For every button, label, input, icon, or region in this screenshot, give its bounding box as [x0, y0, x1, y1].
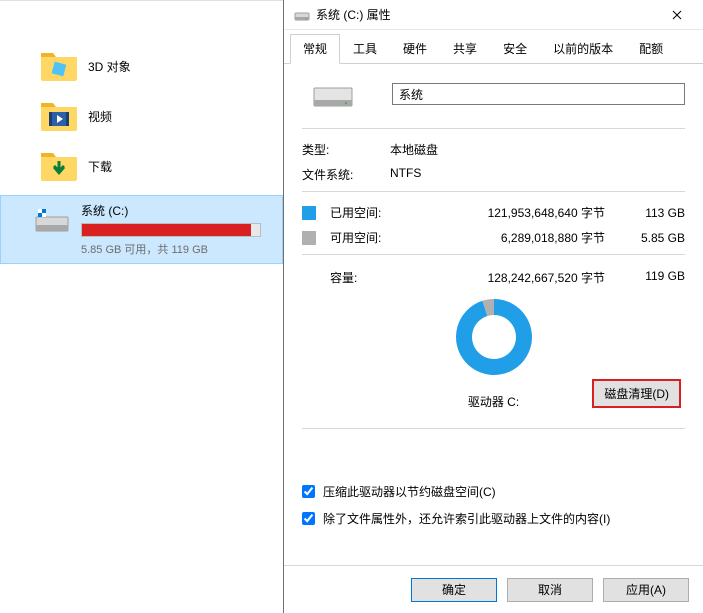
ok-button[interactable]: 确定: [411, 578, 497, 602]
compress-checkbox-row[interactable]: 压缩此驱动器以节约磁盘空间(C): [302, 483, 685, 500]
tab-tools[interactable]: 工具: [340, 34, 390, 63]
filesystem-value: NTFS: [390, 166, 685, 183]
compress-checkbox[interactable]: [302, 485, 315, 498]
used-space-swatch: [302, 206, 316, 220]
close-icon: [672, 10, 682, 20]
drive-letter-label: 驱动器 C:: [468, 393, 519, 410]
used-space-label: 已用空间:: [330, 204, 400, 221]
capacity-gb: 119 GB: [629, 269, 685, 286]
free-space-swatch: [302, 231, 316, 245]
folder-label: 视频: [88, 108, 112, 125]
used-space-gb: 113 GB: [629, 206, 685, 220]
folder-icon: [38, 147, 80, 185]
type-label: 类型:: [302, 141, 390, 158]
tab-security[interactable]: 安全: [490, 34, 540, 63]
cancel-button[interactable]: 取消: [507, 578, 593, 602]
dialog-title: 系统 (C:) 属性: [316, 6, 655, 23]
tab-hardware[interactable]: 硬件: [390, 34, 440, 63]
drive-icon-large: [312, 78, 354, 110]
tab-previous-versions[interactable]: 以前的版本: [540, 34, 626, 63]
apply-button[interactable]: 应用(A): [603, 578, 689, 602]
tab-quota[interactable]: 配额: [626, 34, 676, 63]
tab-strip: 常规 工具 硬件 共享 安全 以前的版本 配额: [284, 34, 703, 64]
tab-sharing[interactable]: 共享: [440, 34, 490, 63]
drive-c-item[interactable]: 系统 (C:) 5.85 GB 可用，共 119 GB: [0, 195, 283, 264]
free-space-label: 可用空间:: [330, 229, 400, 246]
folder-3d-objects[interactable]: 3D 对象: [0, 41, 283, 91]
explorer-panel: 3D 对象 视频 下载 系统 (C:) 5.85 GB 可用，共 119 GB: [0, 0, 283, 613]
tab-general[interactable]: 常规: [290, 34, 340, 64]
dialog-footer: 确定 取消 应用(A): [284, 565, 703, 613]
compress-label: 压缩此驱动器以节约磁盘空间(C): [323, 483, 496, 500]
drive-icon: [31, 202, 73, 238]
type-value: 本地磁盘: [390, 141, 685, 158]
used-space-bytes: 121,953,648,640 字节: [400, 204, 629, 221]
properties-dialog: 系统 (C:) 属性 常规 工具 硬件 共享 安全 以前的版本 配额 类型: 本…: [283, 0, 703, 613]
index-label: 除了文件属性外，还允许索引此驱动器上文件的内容(I): [323, 510, 610, 527]
drive-label: 系统 (C:): [81, 202, 268, 219]
folder-icon: [38, 97, 80, 135]
drive-usage-bar: [81, 223, 261, 237]
folder-icon: [38, 47, 80, 85]
titlebar: 系统 (C:) 属性: [284, 0, 703, 30]
capacity-bytes: 128,242,667,520 字节: [400, 269, 629, 286]
drive-subtext: 5.85 GB 可用，共 119 GB: [81, 241, 268, 257]
folder-downloads[interactable]: 下载: [0, 141, 283, 191]
folder-label: 下载: [88, 158, 112, 175]
pie-chart-icon: [453, 296, 535, 378]
index-checkbox[interactable]: [302, 512, 315, 525]
capacity-label: 容量:: [330, 269, 400, 286]
free-space-gb: 5.85 GB: [629, 231, 685, 245]
drive-icon: [294, 7, 310, 23]
disk-cleanup-button[interactable]: 磁盘清理(D): [592, 379, 681, 408]
close-button[interactable]: [655, 1, 699, 29]
free-space-bytes: 6,289,018,880 字节: [400, 229, 629, 246]
folder-label: 3D 对象: [88, 58, 131, 75]
folder-videos[interactable]: 视频: [0, 91, 283, 141]
index-checkbox-row[interactable]: 除了文件属性外，还允许索引此驱动器上文件的内容(I): [302, 510, 685, 527]
usage-chart: 驱动器 C: 磁盘清理(D): [302, 296, 685, 388]
volume-name-input[interactable]: [392, 83, 685, 105]
filesystem-label: 文件系统:: [302, 166, 390, 183]
